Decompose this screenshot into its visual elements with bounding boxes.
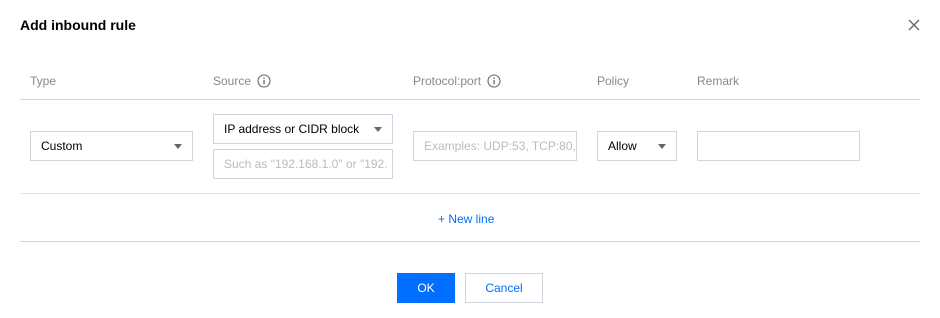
- chevron-down-icon: [658, 144, 666, 149]
- chevron-down-icon: [374, 127, 382, 132]
- type-select-value: Custom: [41, 139, 83, 153]
- column-header-source: Source: [213, 73, 271, 89]
- column-header-protocol-port: Protocol:port: [413, 73, 501, 89]
- protocol-port-input[interactable]: Examples: UDP:53, TCP:80,: [413, 131, 577, 161]
- column-header-type: Type: [30, 73, 56, 89]
- dialog-title: Add inbound rule: [20, 17, 136, 33]
- column-header-label: Type: [30, 74, 57, 88]
- policy-select[interactable]: Allow: [597, 131, 677, 161]
- table-row: Custom IP address or CIDR block Such as …: [20, 100, 920, 194]
- add-line-row: + New line: [20, 194, 920, 242]
- ok-button[interactable]: OK: [397, 273, 455, 303]
- column-header-label: Protocol:port: [413, 74, 482, 88]
- type-select[interactable]: Custom: [30, 131, 193, 161]
- column-header-label: Remark: [697, 74, 740, 88]
- cancel-button[interactable]: Cancel: [465, 273, 543, 303]
- info-icon[interactable]: [487, 74, 501, 88]
- remark-input[interactable]: [697, 131, 860, 161]
- source-type-select-value: IP address or CIDR block: [224, 122, 360, 136]
- add-new-line-link[interactable]: + New line: [438, 211, 494, 227]
- column-header-label: Source: [213, 74, 252, 88]
- policy-select-value: Allow: [608, 139, 637, 153]
- add-inbound-rule-dialog: Add inbound rule Type Source Protocol:po…: [0, 0, 940, 318]
- source-address-placeholder: Such as "192.168.1.0" or "192.: [224, 157, 388, 171]
- column-header-remark: Remark: [697, 73, 739, 89]
- chevron-down-icon: [174, 144, 182, 149]
- protocol-port-placeholder: Examples: UDP:53, TCP:80,: [424, 139, 576, 153]
- column-header-label: Policy: [597, 74, 630, 88]
- close-icon[interactable]: [907, 18, 921, 32]
- info-icon[interactable]: [257, 74, 271, 88]
- column-header-policy: Policy: [597, 73, 629, 89]
- table-header: Type Source Protocol:port Policy Remark: [20, 62, 920, 100]
- source-type-select[interactable]: IP address or CIDR block: [213, 114, 393, 144]
- source-address-input[interactable]: Such as "192.168.1.0" or "192.: [213, 149, 393, 179]
